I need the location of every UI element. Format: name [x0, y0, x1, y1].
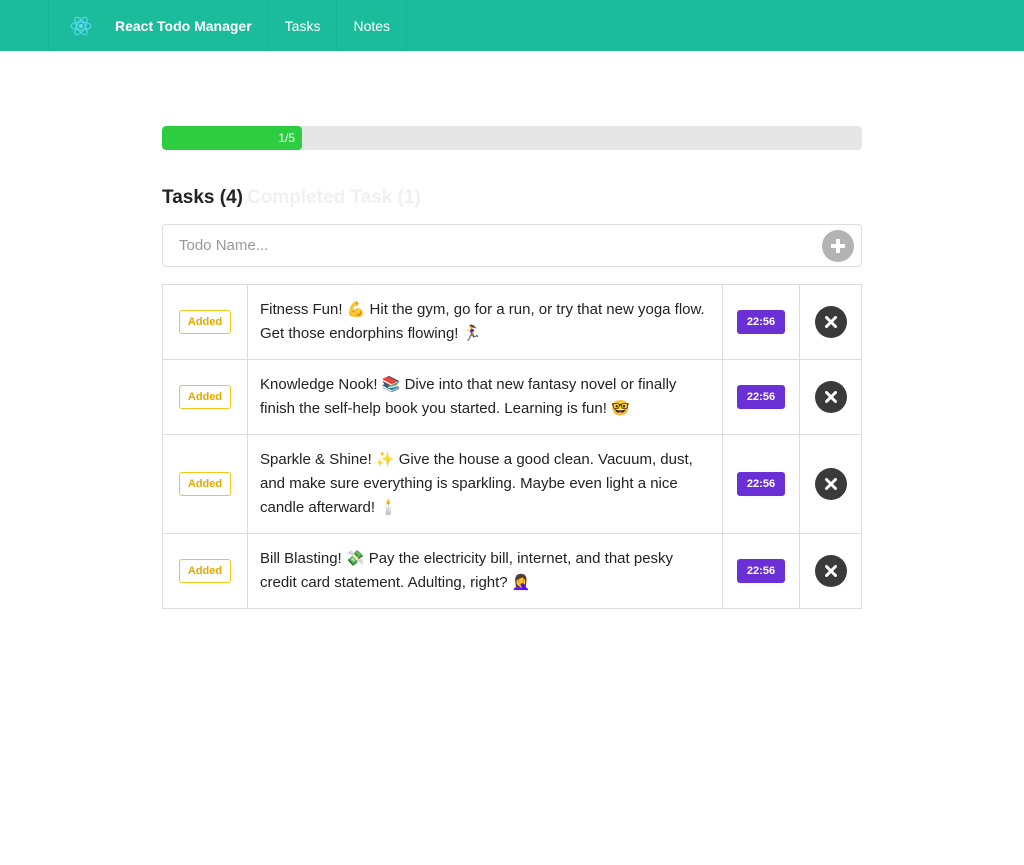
todo-text: Sparkle & Shine! ✨ Give the house a good… [247, 434, 723, 534]
status-badge: Added [178, 385, 232, 409]
time-badge: 22:56 [736, 385, 786, 409]
time-badge: 22:56 [736, 472, 786, 496]
main-content: 1/5 Tasks (4) Completed Task (1) Added F… [162, 126, 862, 609]
status-badge: Added [178, 559, 232, 583]
todo-text: Knowledge Nook! 📚 Dive into that new fan… [247, 359, 723, 435]
delete-todo-button[interactable] [814, 306, 847, 338]
table-row: Added Fitness Fun! 💪 Hit the gym, go for… [162, 284, 862, 360]
todo-text: Fitness Fun! 💪 Hit the gym, go for a run… [247, 284, 723, 360]
nav-link-tasks[interactable]: Tasks [269, 0, 338, 51]
time-badge: 22:56 [736, 310, 786, 334]
close-icon [824, 316, 837, 328]
status-badge: Added [178, 310, 232, 334]
add-todo-form [162, 224, 862, 267]
table-row: Added Sparkle & Shine! ✨ Give the house … [162, 434, 862, 534]
time-badge: 22:56 [736, 559, 786, 583]
tab-tasks[interactable]: Tasks (4) [162, 187, 243, 209]
plus-icon [831, 238, 845, 253]
close-icon [824, 565, 837, 577]
react-atom-icon [69, 14, 93, 38]
task-tabs: Tasks (4) Completed Task (1) [162, 186, 862, 210]
progress-fill: 1/5 [162, 126, 302, 150]
add-todo-button[interactable] [822, 229, 854, 262]
close-icon [824, 391, 837, 403]
progress-label: 1/5 [278, 131, 295, 145]
todo-table: Added Fitness Fun! 💪 Hit the gym, go for… [162, 284, 862, 609]
nav-link-notes[interactable]: Notes [337, 0, 408, 51]
delete-todo-button[interactable] [814, 381, 847, 413]
navbar: React Todo Manager Tasks Notes [0, 0, 1024, 51]
navbar-brand[interactable]: React Todo Manager [48, 0, 269, 51]
status-badge: Added [178, 472, 232, 496]
table-row: Added Bill Blasting! 💸 Pay the electrici… [162, 533, 862, 609]
todo-text: Bill Blasting! 💸 Pay the electricity bil… [247, 533, 723, 609]
table-row: Added Knowledge Nook! 📚 Dive into that n… [162, 359, 862, 435]
todo-name-input[interactable] [163, 225, 822, 266]
progress-bar: 1/5 [162, 126, 862, 150]
delete-todo-button[interactable] [814, 468, 847, 500]
tab-completed-tasks[interactable]: Completed Task (1) [247, 187, 421, 209]
delete-todo-button[interactable] [814, 555, 847, 587]
close-icon [824, 478, 837, 490]
brand-title: React Todo Manager [115, 17, 252, 34]
